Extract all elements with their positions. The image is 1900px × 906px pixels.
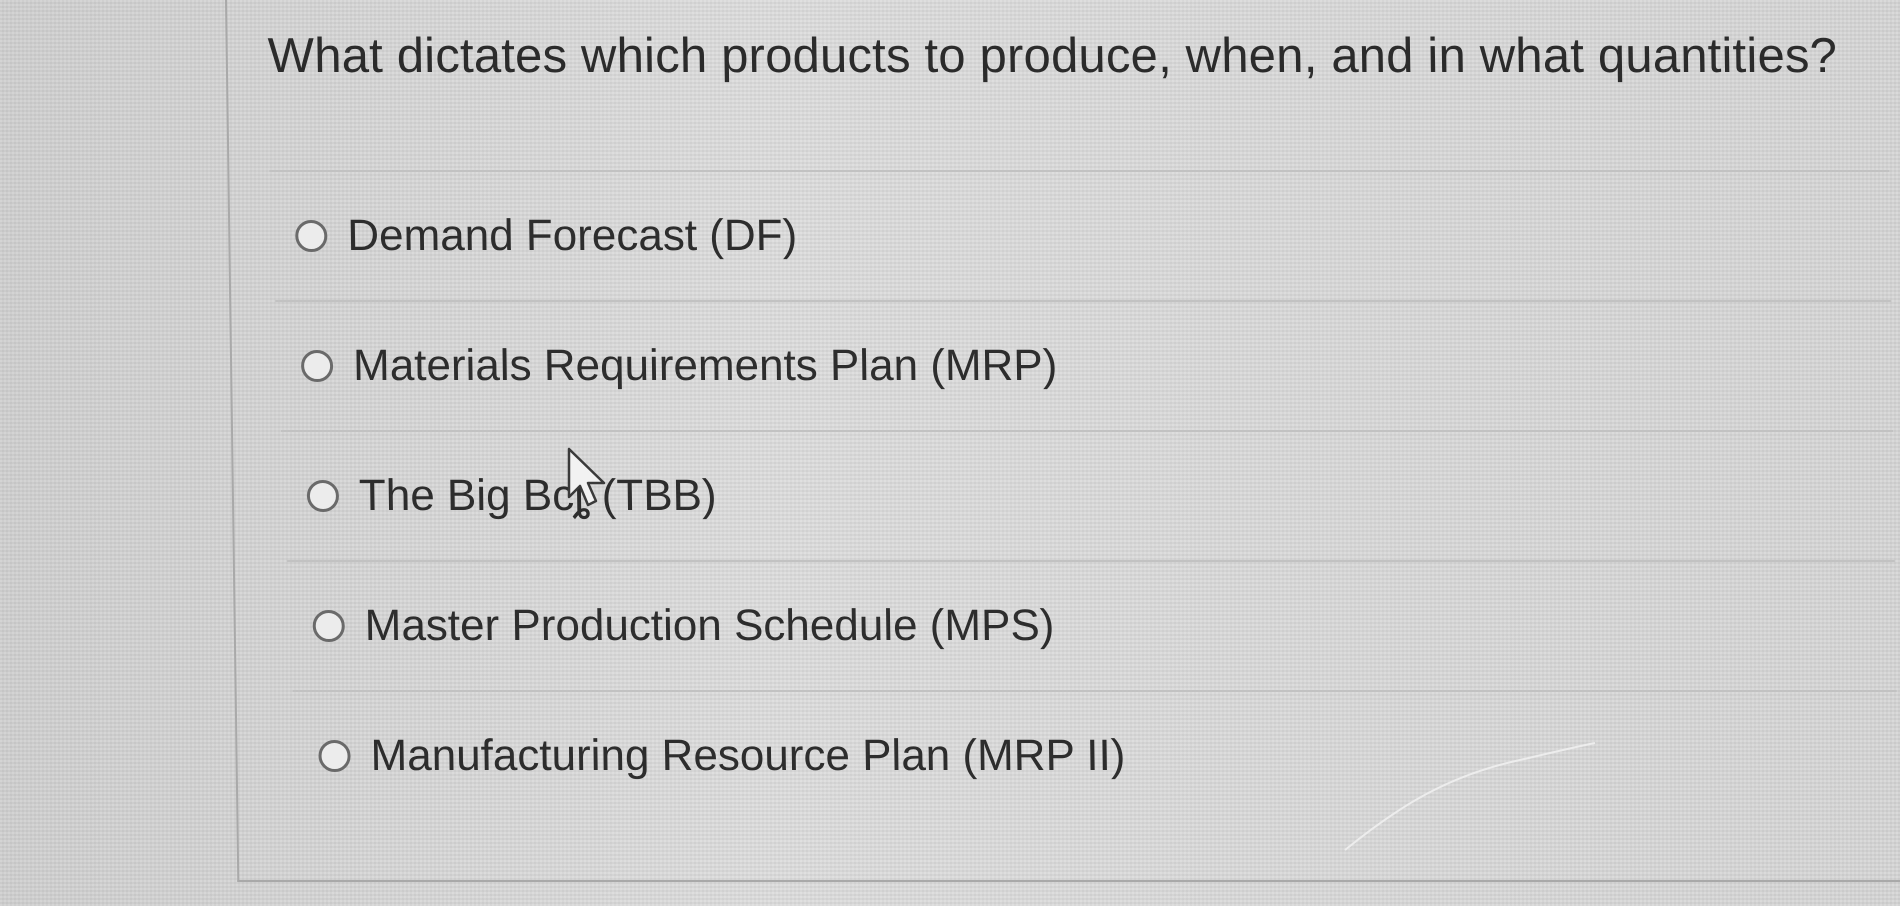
radio-empty-icon[interactable] [318, 740, 351, 772]
option-label: Demand Forecast (DF) [346, 211, 798, 260]
screen-scratch-mark [1344, 742, 1596, 851]
radio-empty-icon[interactable] [295, 220, 328, 252]
question-text: What dictates which products to produce,… [267, 29, 1838, 83]
option-demand-forecast[interactable]: Demand Forecast (DF) [269, 170, 1892, 300]
radio-empty-icon[interactable] [306, 480, 340, 512]
option-manufacturing-resource-plan[interactable]: Manufacturing Resource Plan (MRP II) [292, 690, 1899, 820]
radio-empty-icon[interactable] [312, 610, 345, 642]
option-label: The Big Bcȴ (TBB) [358, 471, 717, 520]
option-materials-requirements-plan[interactable]: Materials Requirements Plan (MRP) [275, 300, 1894, 430]
option-master-production-schedule[interactable]: Master Production Schedule (MPS) [286, 560, 1897, 690]
answer-options: Demand Forecast (DF) Materials Requireme… [269, 170, 1899, 820]
option-label: Manufacturing Resource Plan (MRP II) [370, 731, 1126, 780]
option-the-big-board[interactable]: The Big Bcȴ (TBB) [281, 430, 1895, 560]
option-label: Master Production Schedule (MPS) [364, 601, 1055, 650]
question-panel: What dictates which products to produce,… [225, 0, 1900, 882]
arrow-cursor-icon [567, 447, 606, 507]
option-label: Materials Requirements Plan (MRP) [352, 341, 1058, 390]
radio-empty-icon[interactable] [300, 350, 334, 382]
